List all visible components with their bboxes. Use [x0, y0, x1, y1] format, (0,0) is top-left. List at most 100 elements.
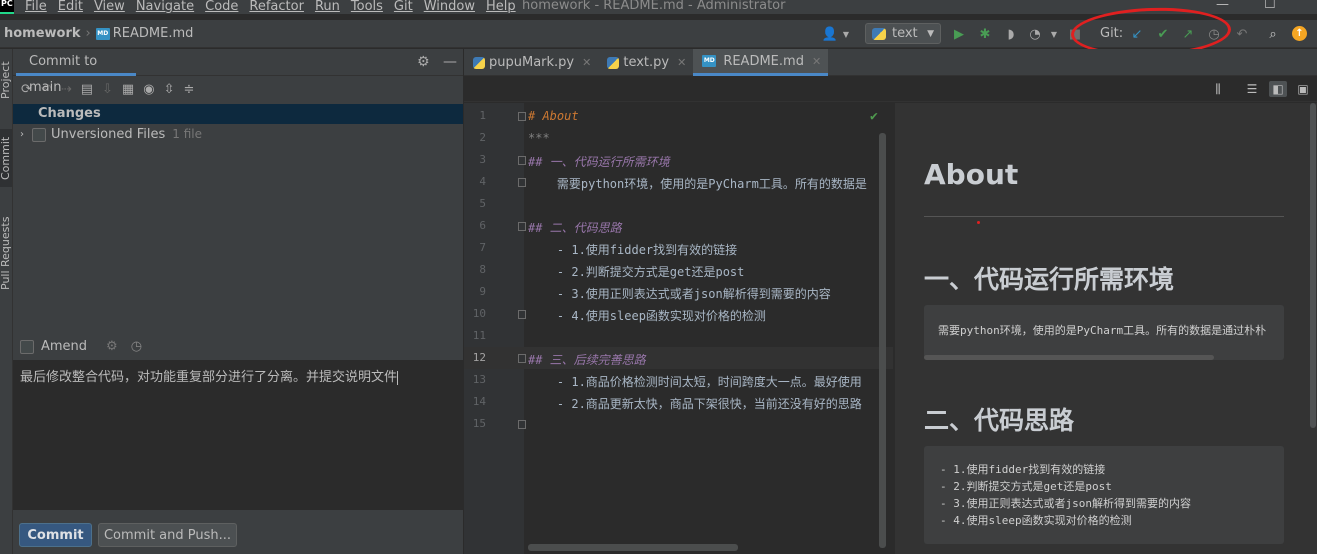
fold-marker-icon[interactable] [518, 222, 526, 231]
line-number: 8 [479, 263, 486, 276]
menu-run[interactable]: Run [315, 0, 340, 14]
editor-only-icon[interactable]: ☰ [1243, 81, 1261, 97]
menu-help[interactable]: Help [486, 0, 516, 14]
profile-dropdown-chevron-icon[interactable]: ▼ [1046, 26, 1062, 42]
commit-and-push-button[interactable]: Commit and Push... [98, 523, 237, 547]
fold-marker-icon[interactable] [518, 112, 526, 121]
expand-arrow-icon[interactable]: › [20, 125, 24, 144]
stripe-tab-commit[interactable]: Commit [0, 129, 12, 187]
amend-label[interactable]: Amend [41, 339, 87, 354]
close-icon[interactable]: ✕ [812, 55, 821, 68]
menu-edit[interactable]: Edit [58, 0, 83, 14]
preview-code-block-approach: - 1.使用fidder找到有效的链接 - 2.判断提交方式是get还是post… [924, 446, 1284, 544]
line-number: 7 [479, 241, 486, 254]
menu-navigate[interactable]: Navigate [136, 0, 194, 14]
line-number: 3 [479, 153, 486, 166]
user-icon[interactable]: 👤 [822, 26, 838, 42]
amend-checkbox[interactable] [20, 339, 34, 354]
text-caret [397, 370, 399, 385]
git-rollback-icon[interactable]: ↶ [1234, 26, 1250, 42]
tab-pupumark-py[interactable]: pupuMark.py ✕ [464, 49, 598, 76]
code-editor[interactable]: 1 2 3 4 5 6 7 8 9 10 11 12 13 14 15 # Ab… [464, 103, 893, 554]
coverage-icon[interactable]: ◗ [1003, 26, 1019, 42]
stripe-tab-pull-requests[interactable]: Pull Requests [0, 207, 12, 299]
preview-code-block-environment: 需要python环境，使用的是PyCharm工具。所有的数据是通过朴朴 [924, 305, 1284, 360]
commit-toolbar: ⟳ ↶ ⇢ ▤ ⇩ ▦ ◉ ⇳ ≑ [13, 76, 463, 102]
close-icon[interactable]: ✕ [582, 56, 591, 69]
menu-view[interactable]: View [94, 0, 125, 14]
group-by-icon[interactable]: ▦ [122, 82, 134, 97]
tab-readme-md[interactable]: MD README.md ✕ [693, 49, 829, 76]
preview-list-line: - 2.判断提交方式是get还是post [940, 480, 1112, 493]
debug-icon[interactable]: ✱ [977, 26, 993, 42]
commit-history-clock-icon[interactable]: ◷ [131, 339, 142, 354]
preview-vertical-scrollbar[interactable] [1310, 103, 1316, 428]
editor-and-preview-icon[interactable]: ◧ [1269, 81, 1287, 97]
preview-code-scrollbar[interactable] [924, 355, 1214, 360]
commit-message-input[interactable]: 最后修改整合代码，对功能重复部分进行了分离。并提交说明文件 [13, 360, 463, 510]
unversioned-checkbox[interactable] [32, 127, 46, 142]
tab-label: README.md [723, 53, 804, 69]
eye-icon[interactable]: ◉ [143, 82, 154, 97]
fold-marker-icon[interactable] [518, 310, 526, 319]
menu-window[interactable]: Window [424, 0, 475, 14]
menu-git[interactable]: Git [394, 0, 413, 14]
gear-icon[interactable]: ⚙ [417, 54, 430, 70]
code-line: 需要python环境，使用的是PyCharm工具。所有的数据是 [528, 177, 867, 191]
preview-only-icon[interactable]: ▣ [1294, 81, 1312, 97]
commit-button[interactable]: Commit [19, 523, 92, 547]
line-number: 1 [479, 109, 486, 122]
layout-toggle-icon[interactable]: ⫼ [1209, 81, 1227, 97]
inspection-ok-icon[interactable]: ✔ [870, 109, 878, 124]
ide-update-icon[interactable]: ↑ [1292, 26, 1307, 41]
expand-all-icon[interactable]: ⇳ [164, 82, 175, 97]
commit-to-main-tab[interactable]: Commit to main [16, 49, 136, 95]
minimize-icon[interactable]: — [1216, 0, 1229, 12]
amend-row: Amend ⚙ ◷ [20, 339, 142, 354]
menu-tools[interactable]: Tools [351, 0, 383, 14]
preview-list-line: - 4.使用sleep函数实现对价格的检测 [940, 514, 1132, 527]
tab-text-py[interactable]: text.py ✕ [598, 49, 693, 76]
window-title: homework - README.md - Administrator [522, 0, 786, 13]
editor-vertical-scrollbar[interactable] [879, 133, 886, 548]
stripe-tab-project[interactable]: Project [0, 55, 12, 105]
fold-marker-icon[interactable] [518, 178, 526, 187]
hide-panel-icon[interactable]: — [443, 54, 457, 70]
code-line: ## 一、代码运行所需环境 [528, 155, 670, 169]
menu-refactor[interactable]: Refactor [249, 0, 304, 14]
python-icon [872, 27, 886, 40]
move-to-changelist-icon[interactable]: ⇢ [61, 82, 72, 97]
unversioned-count: 1 file [172, 127, 203, 141]
search-icon[interactable]: ⌕ [1265, 26, 1281, 42]
breadcrumb-project[interactable]: homework [4, 26, 81, 41]
profile-icon[interactable]: ◔ [1027, 26, 1043, 42]
code-line: ## 三、后续完善思路 [528, 353, 646, 367]
run-icon[interactable]: ▶ [951, 26, 967, 42]
unversioned-files-node[interactable]: › Unversioned Files 1 file [13, 125, 463, 144]
fold-marker-icon[interactable] [518, 420, 526, 429]
code-line: - 1.商品价格检测时间太短，时间跨度大一点。最好使用 [528, 375, 862, 389]
commit-options-gear-icon[interactable]: ⚙ [106, 339, 118, 354]
fold-marker-icon[interactable] [518, 354, 526, 363]
fold-marker-icon[interactable] [518, 156, 526, 165]
code-line: - 2.商品更新太快，商品下架很快，当前还没有好的思路 [528, 397, 862, 411]
menu-file[interactable]: File [25, 0, 47, 14]
breadcrumb-file[interactable]: README.md [113, 26, 194, 41]
show-diff-icon[interactable]: ▤ [81, 82, 93, 97]
commit-message-text: 最后修改整合代码，对功能重复部分进行了分离。并提交说明文件 [20, 370, 398, 385]
user-dropdown-chevron-icon[interactable]: ▼ [838, 26, 854, 42]
code-line: - 3.使用正则表达式或者json解析得到需要的内容 [528, 287, 831, 301]
close-icon[interactable]: ✕ [677, 56, 686, 69]
line-number: 15 [472, 417, 486, 430]
menu-code[interactable]: Code [205, 0, 238, 14]
shelve-icon[interactable]: ⇩ [102, 82, 113, 97]
editor-tabs: pupuMark.py ✕ text.py ✕ MD README.md ✕ [464, 49, 1317, 76]
editor-horizontal-scrollbar[interactable] [528, 544, 738, 551]
annotation-dot [977, 221, 980, 224]
preview-heading-approach: 二、代码思路 [924, 406, 1075, 435]
changes-node[interactable]: Changes [13, 104, 463, 124]
pycharm-logo-icon: PC [0, 0, 14, 14]
run-configuration-select[interactable]: text ▼ [865, 23, 941, 44]
maximize-icon[interactable]: ☐ [1264, 0, 1276, 12]
collapse-all-icon[interactable]: ≑ [183, 82, 194, 97]
